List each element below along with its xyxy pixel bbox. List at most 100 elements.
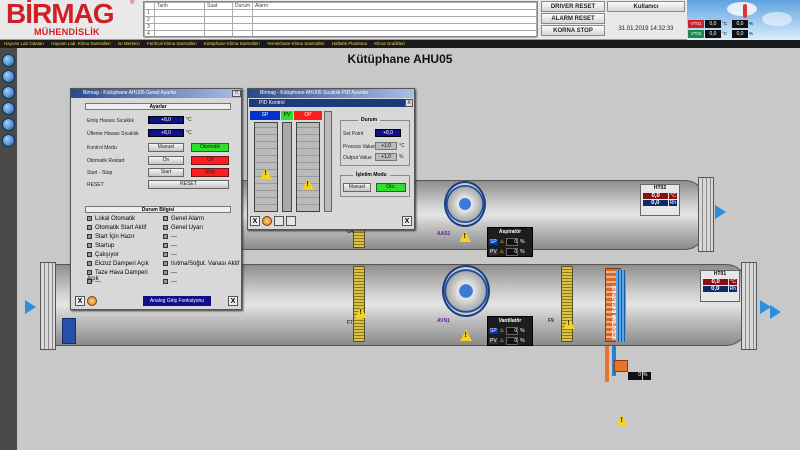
- valve-actuator-icon[interactable]: [614, 360, 628, 372]
- ht02-sensor[interactable]: HT02 0,0 °C 0,0 Rh: [640, 184, 680, 216]
- menu-item-planlama[interactable]: Haftalık Planlama: [332, 41, 367, 46]
- wrench-icon[interactable]: [286, 216, 296, 226]
- row-number: 4: [144, 30, 155, 38]
- coil-pipe: [605, 346, 609, 382]
- pid-auto-button[interactable]: Oto.: [376, 183, 406, 192]
- stop-button[interactable]: Stop: [191, 168, 229, 177]
- start-button[interactable]: Start: [148, 168, 184, 177]
- settings-icon[interactable]: [2, 134, 15, 147]
- ufleme-temp-unit: °C: [186, 130, 192, 136]
- ht01-sensor[interactable]: HT01 0,0 °C 0,0 Rh: [700, 270, 740, 302]
- filter-f7[interactable]: [353, 266, 365, 342]
- emis-temp-label: Emiş Havası Sıcaklık: [87, 118, 134, 124]
- intake-grill: [40, 262, 56, 350]
- menu-item-fancoil[interactable]: Fanfcoil Klima Santralleri: [147, 41, 197, 46]
- exhaust-fan-icon[interactable]: [444, 181, 486, 227]
- tab-close-button[interactable]: X: [405, 99, 413, 107]
- close-button[interactable]: X: [228, 296, 238, 306]
- vantilator-sp-label: SP: [489, 328, 498, 334]
- driver-reset-button[interactable]: DRIVER RESET: [541, 1, 605, 12]
- filter-f9[interactable]: [561, 266, 573, 342]
- set-point-value[interactable]: +8,0: [375, 129, 401, 137]
- supply-fan-warning-icon: [460, 330, 472, 341]
- network-icon[interactable]: [2, 118, 15, 131]
- analog-input-button[interactable]: Analog Giriş Fonksiyonu: [143, 296, 211, 306]
- status-label: Çalışıyor: [95, 252, 119, 259]
- close-button[interactable]: X: [250, 216, 260, 226]
- set-point-label: Set Point: [343, 131, 364, 137]
- info-icon[interactable]: [2, 102, 15, 115]
- dialog-close-icon[interactable]: □: [232, 90, 241, 97]
- vt01-hum-unit: %: [749, 21, 754, 26]
- alarm-reset-button[interactable]: ALARM RESET: [541, 13, 605, 24]
- menu-item-grafikler[interactable]: Klima Grafikleri: [374, 41, 405, 46]
- ufleme-temp-value[interactable]: +8,0: [148, 129, 184, 137]
- alarm-icon[interactable]: [87, 296, 97, 306]
- status-label: Genel Uyarı: [171, 225, 204, 232]
- table-row[interactable]: 3: [144, 23, 537, 31]
- home-icon[interactable]: [2, 70, 15, 83]
- table-row[interactable]: 2: [144, 16, 537, 24]
- weather-panel: VT01 0,0 °C 0,0 % VT02 0,0 °C 0,0 %: [687, 0, 800, 40]
- pid-tab[interactable]: PID Kontrol: [249, 99, 413, 107]
- status-label: ---: [171, 234, 177, 241]
- vt01-hum: 0,0: [732, 20, 748, 28]
- chart-icon[interactable]: [274, 216, 284, 226]
- user-button[interactable]: Kullanıcı: [607, 1, 685, 12]
- brand-subtitle: MÜHENDİSLİK: [34, 27, 100, 37]
- row-number: 2: [144, 16, 155, 24]
- vantilator-sp-value: 0: [506, 327, 519, 335]
- menu-item-isi-merkezi[interactable]: Isı Merkezi: [118, 41, 140, 46]
- list-item: Startup: [87, 243, 157, 252]
- reset-label: RESET: [87, 182, 104, 188]
- auto-restart-off-button[interactable]: Off: [191, 156, 229, 165]
- list-item: ---: [87, 279, 157, 288]
- status-list-right: Genel Alarm Genel Uyarı --- --- --- Isıt…: [163, 216, 241, 288]
- warning-icon: ⚠: [499, 249, 505, 255]
- list-item: Start İçin Hazır: [87, 234, 157, 243]
- filter-f9-warning-icon: [563, 318, 575, 329]
- table-row[interactable]: 1: [144, 9, 537, 17]
- warning-icon: ⚠: [499, 328, 505, 334]
- damper-actuator-icon[interactable]: [62, 318, 76, 344]
- menu-item-kutuphane[interactable]: Kütüphane Klima Santralleri: [204, 41, 260, 46]
- scrollbar[interactable]: [324, 111, 332, 212]
- emis-temp-value[interactable]: +8,0: [148, 116, 184, 124]
- warning-icon: ⚠: [499, 239, 505, 245]
- cooling-coil-label: SOĞUTMA BATARYASI: [612, 285, 618, 340]
- sp-column-header: SP: [250, 111, 280, 120]
- registered-mark: ®: [130, 0, 135, 6]
- cloud-icon: [762, 12, 792, 26]
- exhaust-fan-warning-icon: [459, 231, 471, 242]
- mode-auto-button[interactable]: Otomatik: [191, 143, 229, 152]
- korna-stop-button[interactable]: KORNA STOP: [541, 25, 605, 36]
- list-item: ---: [163, 279, 241, 288]
- table-row[interactable]: 4: [144, 30, 537, 38]
- vt01-temp: 0,0: [705, 20, 721, 28]
- general-settings-dialog[interactable]: Birmag - Kütüphane AHU05 Genel Ayarlar □…: [70, 88, 242, 310]
- auto-restart-on-button[interactable]: On: [148, 156, 184, 165]
- status-label: Lokal Otomatik: [95, 216, 136, 223]
- list-item: Genel Uyarı: [163, 225, 241, 234]
- menu-item-hayvan-klima[interactable]: Hayvan Lab. Klima Santralleri: [51, 41, 110, 46]
- reset-button[interactable]: RESET: [148, 180, 229, 189]
- back-icon[interactable]: [2, 86, 15, 99]
- menu-item-hayvan-lab[interactable]: Hayvan Lab Odaları: [4, 41, 44, 46]
- menu-item-yemekhane[interactable]: Yemekhane Klima Santralleri: [267, 41, 325, 46]
- pid-manual-button[interactable]: Manuel: [343, 183, 371, 192]
- pid-settings-dialog[interactable]: Birmag - Kütüphane AHU05 Sıcaklık PID Ay…: [247, 88, 415, 230]
- vt02-label: VT02: [688, 30, 704, 38]
- supply-grill: [741, 262, 757, 350]
- status-label: ---: [171, 279, 177, 286]
- aspirator-pv-unit: %: [520, 249, 525, 255]
- supply-fan-icon[interactable]: [442, 265, 490, 317]
- alarm-icon[interactable]: [262, 216, 272, 226]
- ht01-title: HT01: [713, 271, 727, 277]
- close-button[interactable]: X: [402, 216, 412, 226]
- mode-manual-button[interactable]: Manuel: [148, 143, 184, 152]
- status-label: Otomatik Start Aktif: [95, 225, 147, 232]
- vt02-temp-unit: °C: [722, 31, 728, 36]
- alarm-table[interactable]: Tarih Saat Durum Alarm 1 2 3 4: [143, 1, 538, 38]
- close-button[interactable]: X: [75, 296, 85, 306]
- status-list-left: Lokal Otomatik Otomatik Start Aktif Star…: [87, 216, 157, 288]
